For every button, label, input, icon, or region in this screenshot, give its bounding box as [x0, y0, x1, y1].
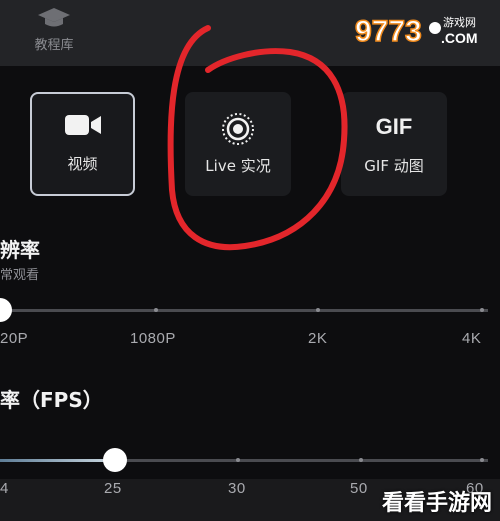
watermark-text: 看看手游网: [381, 491, 492, 516]
resolution-tick-dot: [154, 308, 158, 312]
logo-number: 9773: [355, 15, 422, 48]
framerate-slider-fill: [0, 459, 112, 462]
mode-gif-card[interactable]: GIF GIF 动图: [341, 92, 447, 196]
resolution-subtitle: 常观看: [0, 268, 40, 283]
resolution-slider-track[interactable]: [0, 309, 488, 312]
resolution-tick-dot: [480, 308, 484, 312]
site-logo: 9773 游戏网 .COM: [354, 12, 490, 49]
framerate-tick-label[interactable]: 25: [104, 480, 122, 497]
framerate-tick-dot: [359, 458, 363, 462]
framerate-tick-dot: [236, 458, 240, 462]
framerate-tick-label[interactable]: 50: [350, 480, 368, 497]
framerate-title: 率（FPS）: [0, 388, 103, 412]
framerate-slider-knob[interactable]: [103, 448, 127, 472]
resolution-tick-label[interactable]: 20P: [0, 330, 28, 347]
top-bar: 教程库 9773 游戏网 .COM: [0, 0, 500, 66]
tab-tutorial-library[interactable]: 教程库: [24, 6, 84, 53]
framerate-tick-label[interactable]: 4: [0, 480, 9, 497]
resolution-title: 辨率: [0, 238, 40, 262]
resolution-tick-label[interactable]: 4K: [462, 330, 481, 347]
mode-video-card[interactable]: 视频: [30, 92, 135, 196]
mode-gif-label: GIF 动图: [364, 157, 424, 175]
mode-video-label: 视频: [67, 155, 98, 173]
red-annotation-circle: [167, 25, 348, 251]
framerate-tick-label[interactable]: 30: [228, 480, 246, 497]
graduation-cap-icon: [38, 8, 70, 27]
logo-site-name: 游戏网: [443, 16, 476, 29]
mode-live-card[interactable]: Live 实况: [185, 92, 291, 196]
mode-live-label: Live 实况: [205, 157, 271, 175]
logo-com: .COM: [441, 30, 478, 46]
gif-icon: GIF: [375, 114, 413, 139]
framerate-tick-dot: [480, 458, 484, 462]
resolution-tick-label[interactable]: 1080P: [130, 330, 176, 347]
live-photo-icon: [222, 113, 254, 145]
resolution-slider-knob[interactable]: [0, 298, 12, 322]
resolution-tick-label[interactable]: 2K: [308, 330, 327, 347]
tab-tutorial-label: 教程库: [34, 38, 74, 53]
resolution-tick-dot: [316, 308, 320, 312]
video-camera-icon: [64, 115, 101, 135]
